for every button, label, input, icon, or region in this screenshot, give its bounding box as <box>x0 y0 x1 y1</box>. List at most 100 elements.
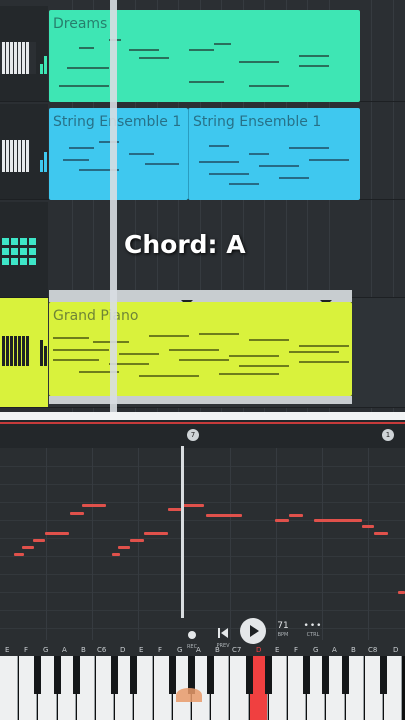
note-label: D <box>393 646 399 654</box>
grid-line <box>0 610 405 611</box>
grid-line <box>0 538 405 539</box>
play-button[interactable] <box>240 618 266 644</box>
midi-note[interactable] <box>82 504 106 507</box>
piano-key-black[interactable] <box>111 656 119 694</box>
track-header[interactable] <box>0 104 48 199</box>
playhead[interactable] <box>110 0 117 412</box>
note-label: D <box>120 646 126 654</box>
note-label: A <box>196 646 201 654</box>
clip-grand-piano[interactable]: Grand Piano <box>49 302 352 396</box>
grid-line <box>92 448 93 640</box>
daw-app: Dreams String Ensemble 1 String Ensemble… <box>0 0 405 720</box>
clip-notes <box>199 145 349 185</box>
arrangement-view: Dreams String Ensemble 1 String Ensemble… <box>0 0 405 412</box>
grid-line <box>368 448 369 640</box>
midi-note[interactable] <box>275 519 289 522</box>
midi-note[interactable] <box>112 553 120 556</box>
note-label: E <box>275 646 280 654</box>
piano-key-black[interactable] <box>207 656 215 694</box>
grid-line <box>0 592 405 593</box>
piano-key-black[interactable] <box>53 656 61 694</box>
midi-note[interactable] <box>45 532 69 535</box>
timeline-marker[interactable]: 7 <box>187 429 199 441</box>
clip-notes <box>53 333 349 377</box>
midi-note[interactable] <box>144 532 168 535</box>
play-icon <box>250 625 259 637</box>
note-label: C7 <box>232 646 242 654</box>
track-header[interactable] <box>0 6 48 101</box>
piano-key-black[interactable] <box>245 656 253 694</box>
note-label: F <box>24 646 29 654</box>
note-label: E <box>5 646 10 654</box>
piano-key-black[interactable] <box>72 656 80 694</box>
clip-dreams[interactable]: Dreams <box>49 10 360 102</box>
note-label: B <box>81 646 86 654</box>
piano-key-black[interactable] <box>130 656 138 694</box>
midi-note[interactable] <box>374 532 388 535</box>
clip-header-bar[interactable] <box>49 290 352 302</box>
piano-icon <box>2 336 47 366</box>
panel-divider[interactable] <box>0 412 405 420</box>
grid-line <box>0 484 405 485</box>
midi-note[interactable] <box>22 546 34 549</box>
note-label: C6 <box>97 646 107 654</box>
midi-note[interactable] <box>182 504 204 507</box>
piano-key-black[interactable] <box>341 656 349 694</box>
grid-line <box>0 556 405 557</box>
clip-notes <box>59 39 329 87</box>
track-row-grand-piano: Grand Piano <box>0 290 405 408</box>
drum-pads-icon <box>2 238 36 265</box>
bpm-label: BPM <box>277 632 289 638</box>
midi-note[interactable] <box>130 539 144 542</box>
track-header[interactable] <box>0 298 48 407</box>
midi-note[interactable] <box>206 514 242 517</box>
midi-note[interactable] <box>289 514 303 517</box>
note-label: B <box>351 646 356 654</box>
midi-note[interactable] <box>118 546 130 549</box>
grid-line <box>276 448 277 640</box>
midi-note[interactable] <box>314 519 362 522</box>
piano-icon <box>0 42 47 74</box>
grid-line <box>138 448 139 640</box>
bpm-control[interactable]: 71 BPM <box>274 621 292 638</box>
note-label: B <box>215 646 220 654</box>
clip-string-ensemble[interactable]: String Ensemble 1 <box>188 108 360 200</box>
timeline-marker[interactable]: 1 <box>382 429 394 441</box>
skip-back-icon <box>218 628 228 638</box>
roll-playhead[interactable] <box>181 446 184 618</box>
grid-line <box>0 466 405 467</box>
note-label: A <box>332 646 337 654</box>
note-grid[interactable] <box>0 448 405 640</box>
midi-note[interactable] <box>362 525 374 528</box>
clip-notes <box>63 141 179 171</box>
note-label-active: D <box>256 646 262 654</box>
piano-key-black[interactable] <box>322 656 330 694</box>
piano-keyboard[interactable] <box>0 656 405 720</box>
grid-line <box>0 502 405 503</box>
midi-note[interactable] <box>14 553 24 556</box>
loop-range-line <box>0 422 405 424</box>
piano-key-black[interactable] <box>264 656 272 694</box>
piano-key-white[interactable] <box>0 656 19 720</box>
midi-note[interactable] <box>33 539 45 542</box>
piano-key-black[interactable] <box>380 656 387 694</box>
piano-key-black[interactable] <box>303 656 311 694</box>
record-icon <box>188 631 196 639</box>
track-header[interactable] <box>0 202 48 297</box>
note-label: C8 <box>368 646 378 654</box>
midi-note[interactable] <box>70 512 84 515</box>
note-label: G <box>43 646 49 654</box>
clip-string-ensemble[interactable]: String Ensemble 1 <box>49 108 188 200</box>
note-label: F <box>158 646 163 654</box>
timeline-ruler[interactable]: 7 1 <box>0 420 405 448</box>
clip-footer-bar <box>49 396 352 404</box>
note-label: G <box>313 646 319 654</box>
note-label: A <box>62 646 67 654</box>
piano-key-black[interactable] <box>168 656 176 694</box>
piano-key-black[interactable] <box>34 656 42 694</box>
ctrl-button[interactable]: ••• CTRL <box>303 621 323 638</box>
midi-note[interactable] <box>168 508 182 511</box>
midi-note[interactable] <box>398 591 405 594</box>
piano-roll: 7 1 REC PREV 71 BPM ••• CTRL E F G A B C… <box>0 420 405 720</box>
grid-line <box>230 448 231 640</box>
